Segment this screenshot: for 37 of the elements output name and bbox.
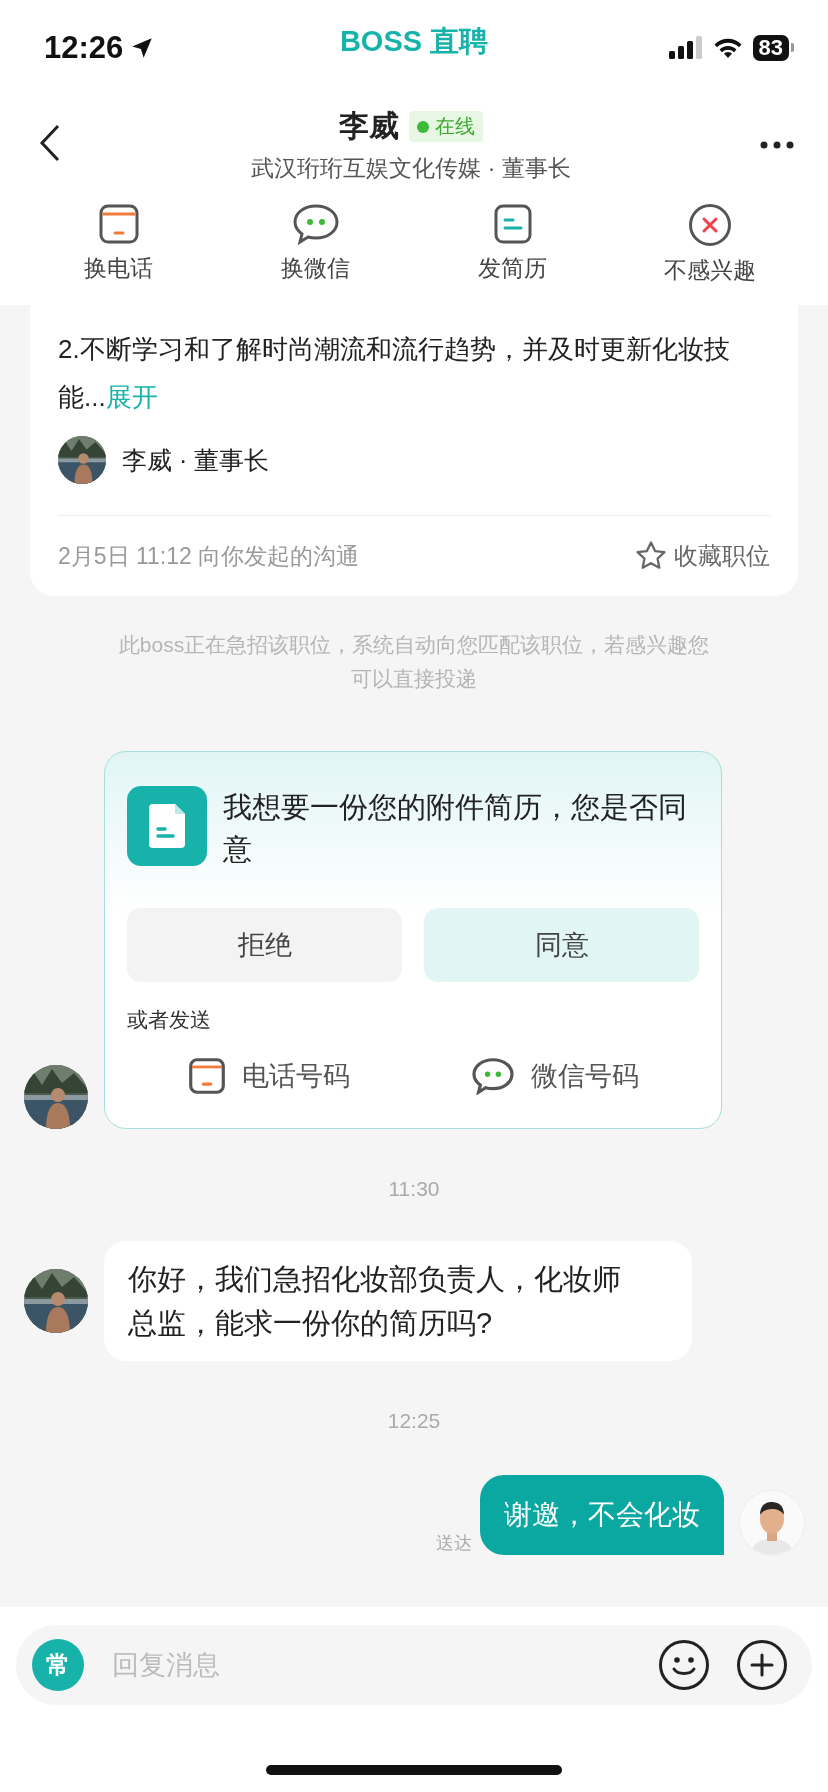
send-option-button[interactable]: 微信号码: [466, 1052, 643, 1100]
phone-card-icon: [187, 1056, 226, 1096]
system-notice: 此boss正在急招该职位，系统自动向您匹配该职位，若感兴趣您可以直接投递: [117, 632, 711, 692]
decline-button[interactable]: 拒绝: [127, 908, 402, 982]
request-text: 我想要一份您的附件简历，您是否同意: [223, 790, 688, 867]
phone-card-icon: [97, 203, 140, 245]
chat-start-time: 2月5日 11:12 向你发起的沟通: [58, 541, 360, 571]
contact-subtitle: 武汉珩珩互娱文化传媒 · 董事长: [251, 154, 571, 183]
status-time: 12:26: [44, 29, 124, 66]
action-button[interactable]: 不感兴趣: [629, 195, 790, 305]
accept-button[interactable]: 同意: [424, 908, 699, 982]
action-button[interactable]: 发简历: [432, 195, 593, 305]
chat-bubble-icon: [470, 1057, 515, 1095]
recruiter-name: 李威 · 董事长: [122, 444, 270, 476]
chat-bubble-icon: [291, 203, 340, 245]
contact-name: 李威: [339, 108, 399, 144]
plus-circle-icon[interactable]: [736, 1639, 788, 1691]
favorite-button[interactable]: 收藏职位: [634, 539, 770, 573]
message-time: 11:30: [388, 1177, 440, 1200]
job-description: 2.不断学习和了解时尚潮流和流行趋势，并及时更新化妆技能...展开: [58, 333, 731, 414]
resume-file-icon: [127, 786, 207, 866]
received-message: 你好，我们急招化妆部负责人，化妆师总监，能求一份你的简历吗?: [104, 1241, 692, 1361]
send-option-button[interactable]: 电话号码: [183, 1052, 354, 1100]
wifi-icon: [712, 36, 743, 59]
signal-icon: [668, 35, 703, 60]
message-time: 12:25: [387, 1409, 441, 1432]
close-circle-icon: [687, 203, 732, 247]
emoji-icon[interactable]: [658, 1639, 710, 1691]
alternative-label: 或者发送: [127, 1007, 212, 1033]
delivery-status: 送达: [436, 1532, 472, 1555]
action-button[interactable]: 换电话: [38, 195, 199, 305]
more-icon[interactable]: [760, 141, 794, 149]
sent-message: 谢邀，不会化妆: [480, 1475, 724, 1555]
back-icon[interactable]: [38, 123, 62, 163]
action-button[interactable]: 换微信: [235, 195, 396, 305]
app-label: BOSS 直聘: [339, 24, 489, 59]
online-badge: 在线: [409, 111, 483, 142]
